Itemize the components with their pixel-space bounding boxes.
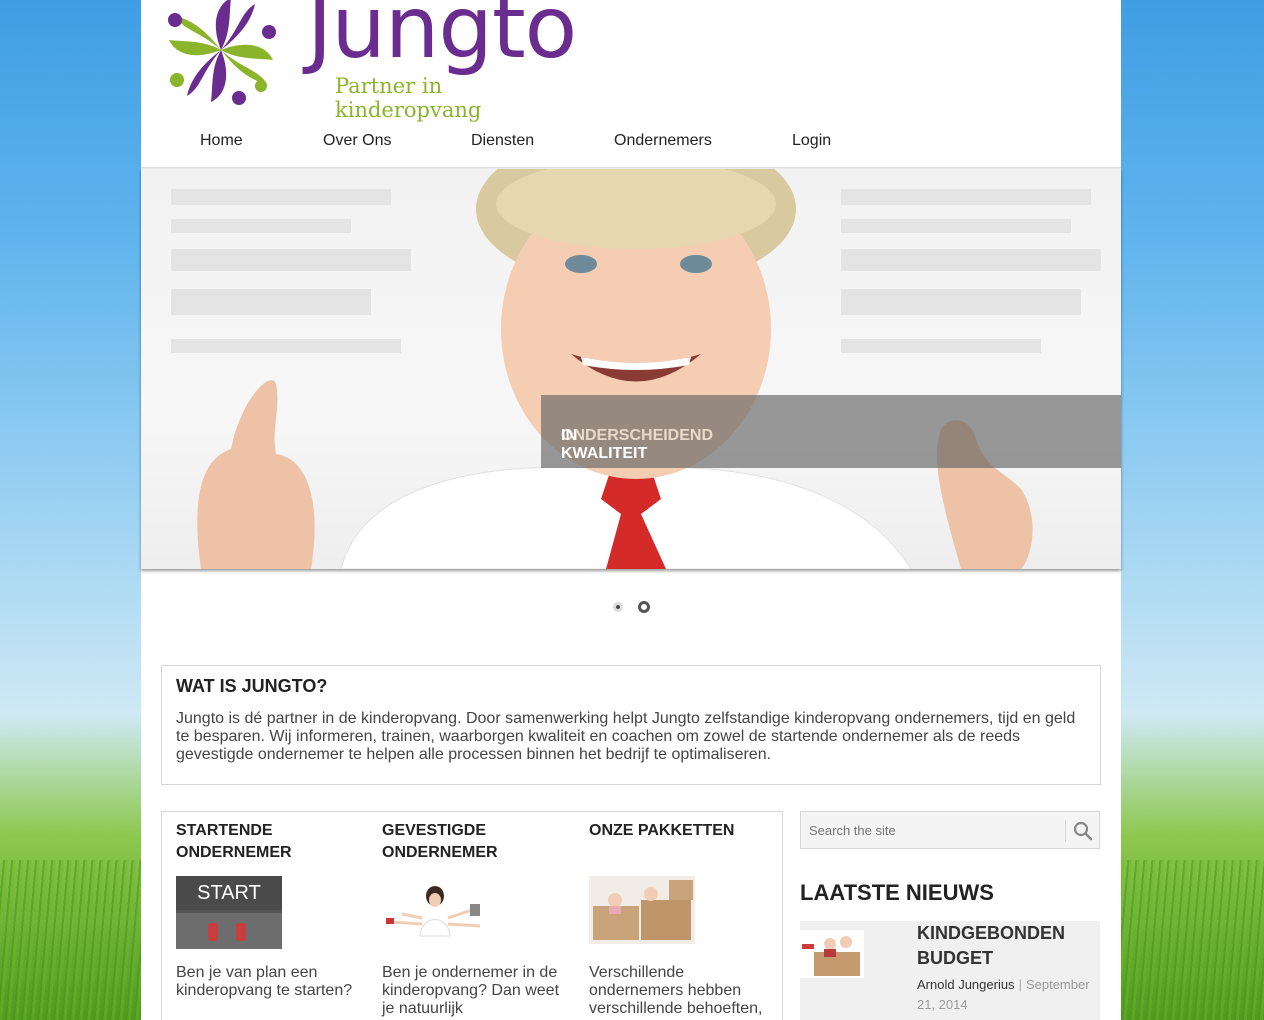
nav-item-ondernemers[interactable]: Ondernemers [614,132,712,150]
multitasking-woman-image [386,886,481,937]
jungto-logo-icon [168,0,276,105]
start-image-lower [176,913,282,949]
slide-caption: ONDERSCHEIDEND IN KWALITEIT [541,395,1121,468]
search-box [800,811,1100,849]
service-title[interactable]: GEVESTIGDE ONDERNEMER [382,820,572,864]
slider-dot-2[interactable] [638,601,650,613]
start-sign: START [176,876,282,910]
slider-pagination [611,601,671,615]
news-item: KINDGEBONDEN BUDGET Arnold Jungerius | Sep… [800,921,1100,1020]
site-logo[interactable]: Jungto Partner in kinderopvang [159,0,589,122]
about-text: Jungto is dé partner in de kinderopvang.… [176,710,1076,763]
services-box: STARTENDE ONDERNEMER START Ben je van pl… [161,811,783,1020]
news-meta: Arnold Jungerius | September 21, 2014 [917,975,1097,1015]
service-startende: STARTENDE ONDERNEMER START Ben je van pl… [176,820,366,999]
service-text: Verschillende ondernemers hebben verschi… [589,964,763,1017]
service-pakketten: ONZE PAKKETTEN Verschillende ondernemers… [589,820,779,1017]
search-button[interactable] [1071,819,1095,843]
main-nav: Home Over Ons Diensten Ondernemers Login [141,116,1121,168]
service-title[interactable]: ONZE PAKKETTEN [589,820,779,842]
slider-dot-1[interactable] [613,602,623,612]
nav-item-over-ons[interactable]: Over Ons [323,132,391,150]
service-text: Ben je van plan een kinderopvang te star… [176,964,353,999]
page-container: Jungto Partner in kinderopvang Home Over… [141,0,1121,1020]
hero-image [171,169,1101,569]
search-divider [1065,820,1066,842]
news-title[interactable]: KINDGEBONDEN BUDGET [917,921,1097,971]
nav-item-login[interactable]: Login [792,132,831,150]
hero-slider[interactable]: ONDERSCHEIDEND IN KWALITEIT [141,169,1121,569]
service-title[interactable]: STARTENDE ONDERNEMER [176,820,366,864]
news-author[interactable]: Arnold Jungerius [917,977,1015,992]
search-input[interactable] [809,820,1059,840]
nav-item-home[interactable]: Home [200,132,243,150]
service-image-gevestigde[interactable] [382,876,488,942]
nav-item-diensten[interactable]: Diensten [471,132,534,150]
service-text: Ben je ondernemer in de kinderopvang? Da… [382,964,560,1017]
about-title: WAT IS JUNGTO? [176,676,328,696]
service-gevestigde: GEVESTIGDE ONDERNEMER Ben je ondernemer … [382,820,572,1017]
service-image-start[interactable]: START [176,876,282,949]
about-box: WAT IS JUNGTO? Jungto is dé partner in d… [161,665,1101,785]
boxes-image [593,880,693,940]
news-heading: LAATSTE NIEUWS [800,880,994,905]
service-image-pakketten[interactable] [589,876,695,944]
news-meta-separator: | [1018,977,1022,992]
logo-tagline: Partner in kinderopvang [335,74,482,122]
news-thumbnail[interactable] [800,930,864,978]
search-icon [1073,821,1093,841]
logo-wordmark: Jungto [307,0,577,78]
